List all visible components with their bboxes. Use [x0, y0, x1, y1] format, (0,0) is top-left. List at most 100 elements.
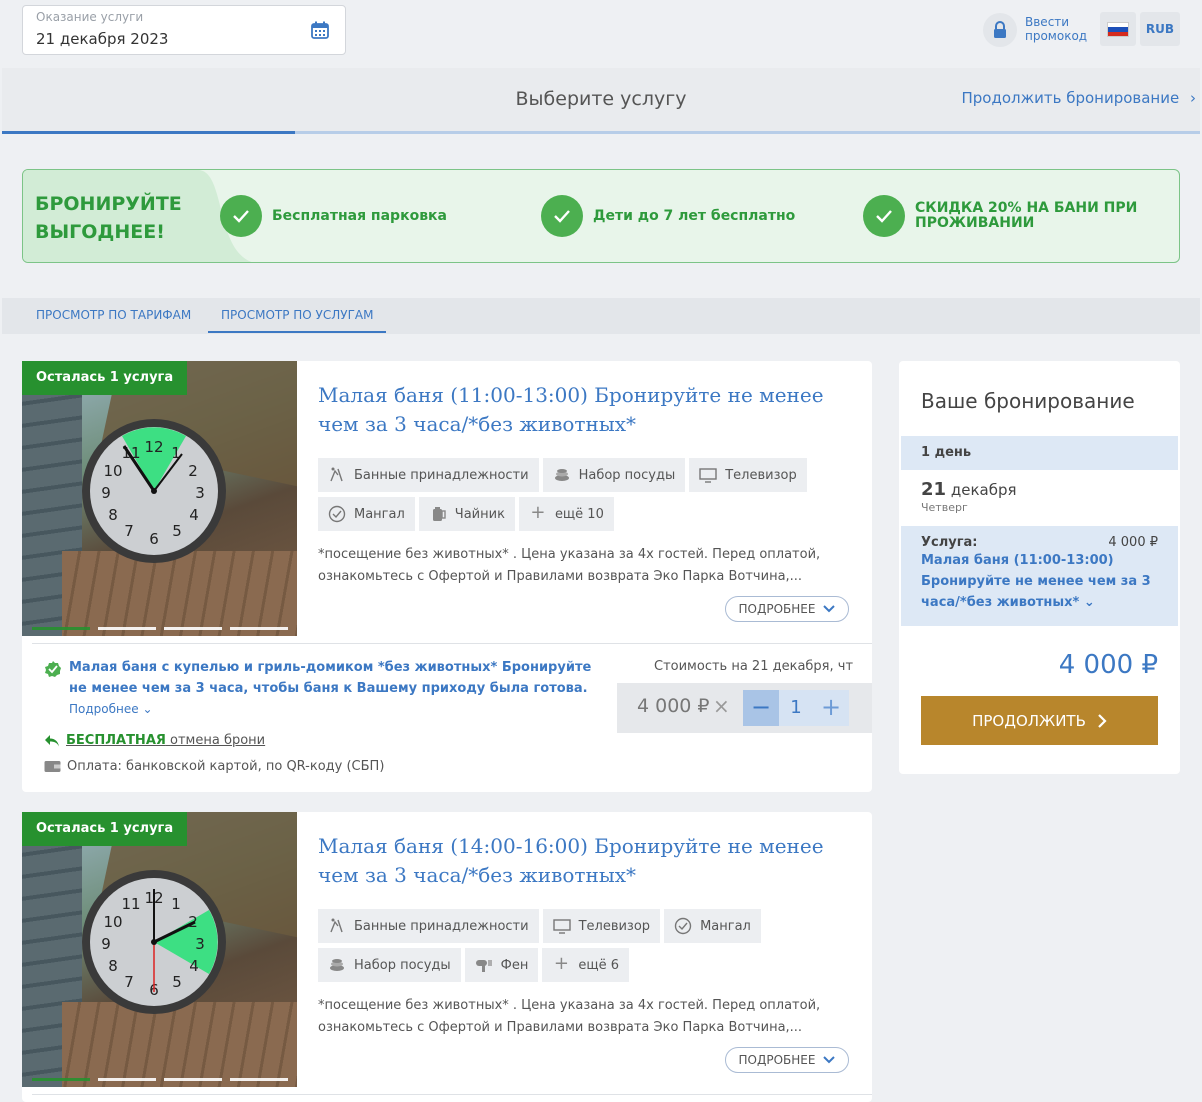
- clock-digit: 7: [124, 522, 134, 540]
- summary-title: Ваше бронирование: [921, 389, 1135, 413]
- amenity-label: Телевизор: [578, 918, 651, 934]
- perk-kids: Дети до 7 лет бесплатно: [541, 195, 795, 237]
- payment-text: Оплата: банковской картой, по QR-коду (С…: [67, 759, 385, 774]
- summary-service-name-text: Малая баня (11:00-13:00) Бронируйте не м…: [921, 553, 1151, 610]
- clock-digit: 7: [124, 973, 134, 991]
- kettle-icon: [432, 507, 446, 521]
- tv-icon: [699, 468, 717, 483]
- service-card: 1212 345 678 91011 Осталась 1 услуга Мал…: [22, 812, 872, 1102]
- undo-arrow-icon: [45, 734, 59, 746]
- continue-booking-link[interactable]: Продолжить бронирование ›: [961, 89, 1196, 107]
- photo-carousel-dots[interactable]: [32, 1078, 288, 1081]
- service-title[interactable]: Малая баня (11:00-13:00) Бронируйте не м…: [318, 381, 858, 439]
- continue-label: ПРОДОЛЖИТЬ: [972, 711, 1086, 730]
- card-divider: [32, 643, 872, 644]
- continue-button[interactable]: ПРОДОЛЖИТЬ: [921, 696, 1158, 745]
- dishes-icon: [554, 469, 569, 481]
- unit-price: 4 000 ₽: [637, 695, 710, 717]
- decrease-quantity-button[interactable]: −: [743, 690, 779, 726]
- amenity-list: Банные принадлежности Телевизор Мангал Н…: [318, 909, 858, 982]
- amenity-label: Чайник: [454, 506, 505, 522]
- amenity-more-chip[interactable]: + ещё 6: [542, 948, 630, 982]
- summary-service: Услуга: 4 000 ₽ Малая баня (11:00-13:00)…: [901, 526, 1178, 626]
- amenity-label: Банные принадлежности: [354, 467, 529, 483]
- tariff-more-label: Подробнее: [69, 702, 139, 716]
- tariff-name[interactable]: Малая баня с купелью и гриль-домиком *бе…: [69, 657, 609, 720]
- check-icon: [220, 195, 262, 237]
- view-tabs: ПРОСМОТР ПО ТАРИФАМ ПРОСМОТР ПО УСЛУГАМ: [2, 298, 1200, 334]
- photo-carousel-dots[interactable]: [32, 627, 288, 630]
- tariff-more-link[interactable]: Подробнее ⌄: [69, 702, 153, 716]
- amenity-chip: Банные принадлежности: [318, 909, 539, 943]
- summary-days: 1 день: [901, 436, 1178, 470]
- cancellation-link[interactable]: БЕСПЛАТНАЯ отмена брони: [66, 733, 265, 748]
- chevron-down-icon: [823, 1056, 836, 1064]
- tab-by-tariffs[interactable]: ПРОСМОТР ПО ТАРИФАМ: [36, 308, 191, 322]
- service-description: *посещение без животных* . Цена указана …: [318, 547, 821, 584]
- quantity-selector: 4 000 ₽ × − 1 +: [617, 683, 872, 733]
- clock-14-16-icon: 1212 345 678 91011: [82, 870, 226, 1014]
- amenity-label: Набор посуды: [578, 467, 676, 483]
- amenity-label: Мангал: [700, 918, 751, 934]
- chevron-down-icon: [823, 605, 836, 613]
- summary-day-number: 21: [921, 479, 947, 500]
- calendar-icon[interactable]: [311, 21, 329, 39]
- service-date-field[interactable]: Оказание услуги 21 декабря 2023: [22, 5, 346, 55]
- top-bar: Оказание услуги 21 декабря 2023 Ввести п…: [0, 0, 1202, 68]
- bath-accessories-icon: [330, 467, 343, 482]
- details-button[interactable]: ПОДРОБНЕЕ: [725, 1047, 849, 1073]
- perk-label: Бесплатная парковка: [272, 207, 448, 224]
- clock-digit: 2: [188, 462, 198, 480]
- clock-digit: 12: [144, 438, 163, 456]
- grill-icon: [328, 505, 346, 523]
- summary-date: 21 декабря: [921, 479, 1017, 500]
- clock-digit: 10: [103, 462, 122, 480]
- promo-code-link[interactable]: Ввести промокод: [1025, 15, 1095, 43]
- clock-digit: 1: [171, 895, 181, 913]
- hair-dryer-icon: [475, 960, 492, 972]
- service-photo[interactable]: 1212 345 678 91011 Осталась 1 услуга: [22, 361, 297, 636]
- details-button[interactable]: ПОДРОБНЕЕ: [725, 596, 849, 622]
- free-cancellation: БЕСПЛАТНАЯ отмена брони: [44, 733, 265, 748]
- times-icon: ×: [713, 694, 730, 718]
- perk-discount: СКИДКА 20% НА БАНИ ПРИ ПРОЖИВАНИИ: [863, 195, 1155, 237]
- amenity-label: Набор посуды: [354, 957, 451, 973]
- amenity-chip: Чайник: [418, 497, 515, 531]
- summary-service-label: Услуга:: [921, 535, 978, 550]
- service-date-value: 21 декабря 2023: [36, 30, 169, 48]
- dishes-icon: [330, 959, 344, 971]
- summary-service-price: 4 000 ₽: [1108, 535, 1158, 550]
- amenity-more-chip[interactable]: + ещё 10: [518, 497, 614, 531]
- clock-digit: 1: [171, 444, 181, 462]
- amenity-chip: Мангал: [664, 909, 761, 943]
- tab-by-services[interactable]: ПРОСМОТР ПО УСЛУГАМ: [208, 308, 387, 333]
- promo-lock-button[interactable]: [983, 13, 1017, 47]
- service-photo[interactable]: 1212 345 678 91011 Осталась 1 услуга: [22, 812, 297, 1087]
- service-title[interactable]: Малая баня (14:00-16:00) Бронируйте не м…: [318, 832, 858, 890]
- quantity-value[interactable]: 1: [779, 690, 813, 726]
- currency-selector[interactable]: RUB: [1140, 12, 1180, 46]
- summary-service-name[interactable]: Малая баня (11:00-13:00) Бронируйте не м…: [921, 550, 1158, 613]
- summary-weekday: Четверг: [921, 501, 968, 514]
- increase-quantity-button[interactable]: +: [813, 690, 849, 726]
- check-icon: [863, 195, 905, 237]
- banner-title: БРОНИРУЙТЕ ВЫГОДНЕЕ!: [35, 193, 182, 243]
- step-header: Выберите услугу Продолжить бронирование …: [2, 68, 1200, 134]
- step-progress: [2, 131, 295, 134]
- amenity-label: Телевизор: [725, 467, 797, 483]
- amenity-chip: Банные принадлежности: [318, 458, 539, 492]
- chevron-right-icon: [1098, 713, 1107, 728]
- clock-digit: 4: [189, 957, 199, 975]
- amenity-label: Фен: [500, 957, 529, 973]
- continue-booking-label: Продолжить бронирование: [961, 89, 1180, 107]
- booking-summary: Ваше бронирование 1 день 21 декабря Четв…: [899, 361, 1180, 774]
- clock-digit: 3: [195, 484, 205, 502]
- price-date-label: Стоимость на 21 декабря, чт: [654, 659, 854, 674]
- amenity-label: ещё 10: [554, 506, 604, 522]
- clock-digit: 4: [189, 506, 199, 524]
- tv-icon: [552, 919, 571, 934]
- amenity-chip: Фен: [464, 948, 539, 982]
- chevron-down-icon: ⌄: [142, 702, 153, 716]
- language-selector[interactable]: [1100, 12, 1136, 46]
- clock-digit: 9: [101, 484, 111, 502]
